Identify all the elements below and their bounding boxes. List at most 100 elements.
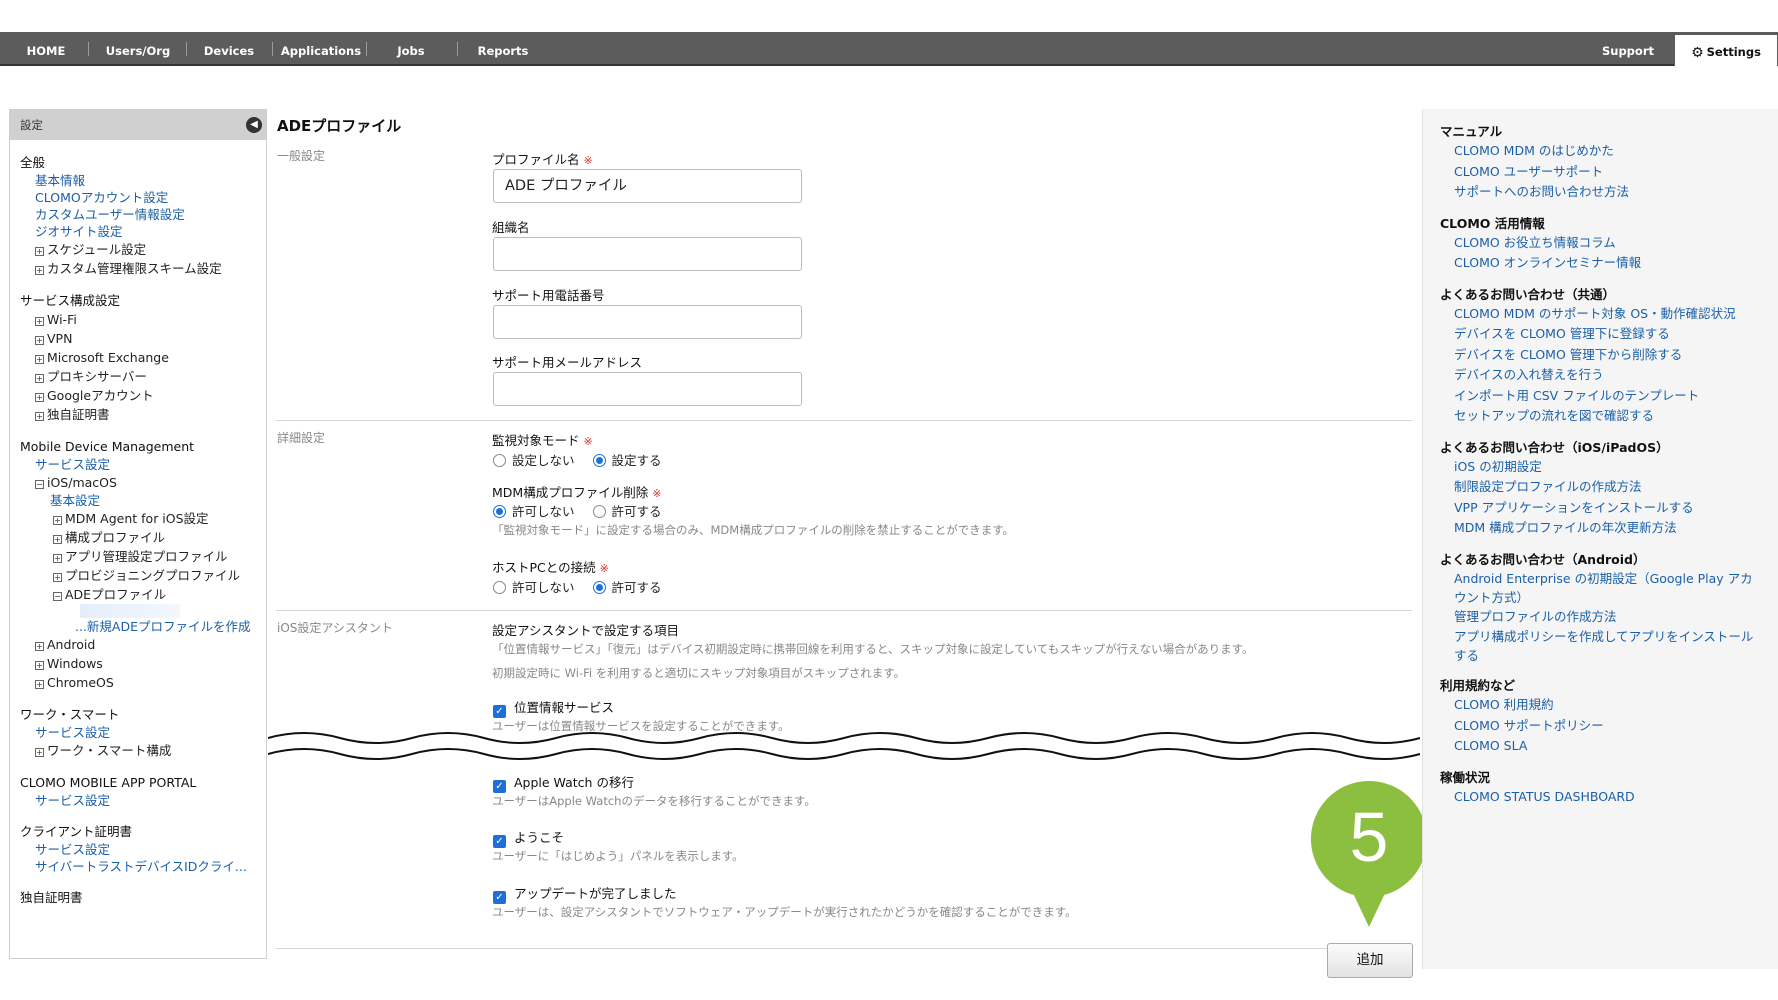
expand-icon[interactable]: + (35, 642, 44, 651)
sidebar-expandable-google-account[interactable]: + Googleアカウント (20, 386, 266, 405)
nav-support[interactable]: Support (1584, 32, 1672, 64)
expand-icon[interactable]: + (53, 516, 62, 525)
sidebar-link-cybertrust[interactable]: サイバートラストデバイスIDクライ... (20, 858, 266, 875)
sidebar-link-new-ade-profile[interactable]: ...新規ADEプロファイルを作成 (20, 618, 266, 635)
sidebar-expandable-chromeos[interactable]: + ChromeOS (20, 673, 266, 692)
nav-applications[interactable]: Applications (280, 32, 362, 64)
sidebar-expandable-config-profile[interactable]: + 構成プロファイル (20, 528, 266, 547)
radio-button-selected[interactable] (592, 454, 606, 467)
collapse-sidebar-icon[interactable]: ◀ (246, 117, 262, 133)
expand-icon[interactable]: + (35, 247, 44, 256)
help-link[interactable]: 制限設定プロファイルの作成方法 (1423, 477, 1778, 498)
org-name-input[interactable] (493, 237, 802, 271)
help-link[interactable]: VPP アプリケーションをインストールする (1423, 498, 1778, 519)
expand-icon[interactable]: + (35, 412, 44, 421)
sidebar-link-basic-info[interactable]: 基本情報 (20, 172, 266, 189)
collapse-icon[interactable]: − (35, 480, 44, 489)
sidebar-expandable-mdm-agent[interactable]: + MDM Agent for iOS設定 (20, 509, 266, 528)
help-link[interactable]: CLOMO SLA (1423, 736, 1778, 757)
help-link[interactable]: CLOMO MDM のサポート対象 OS・動作確認状況 (1423, 304, 1778, 325)
expand-icon[interactable]: + (53, 554, 62, 563)
sidebar-expandable-schedule[interactable]: + スケジュール設定 (20, 240, 266, 259)
checkbox-checked-icon[interactable]: ✓ (493, 835, 506, 848)
help-link[interactable]: CLOMO お役立ち情報コラム (1423, 233, 1778, 254)
sidebar-expandable-windows[interactable]: + Windows (20, 654, 266, 673)
help-link[interactable]: デバイスを CLOMO 管理下から削除する (1423, 345, 1778, 366)
supervised-off-option[interactable]: 設定しない (493, 453, 575, 468)
help-link[interactable]: サポートへのお問い合わせ方法 (1423, 182, 1778, 203)
expand-icon[interactable]: + (35, 355, 44, 364)
radio-button[interactable] (493, 581, 506, 594)
sidebar-expandable-proxy[interactable]: + プロキシサーバー (20, 367, 266, 386)
nav-users-org[interactable]: Users/Org (98, 32, 178, 64)
expand-icon[interactable]: + (35, 748, 44, 757)
expand-icon[interactable]: + (35, 661, 44, 670)
location-service-checkbox-row[interactable]: ✓ 位置情報サービス (493, 697, 614, 718)
sidebar-expandable-work-smart-config[interactable]: + ワーク・スマート構成 (20, 741, 266, 760)
host-allow-option[interactable]: 許可する (592, 580, 662, 595)
supervised-on-option[interactable]: 設定する (592, 453, 662, 468)
radio-button-selected[interactable] (592, 581, 606, 594)
expand-icon[interactable]: + (35, 266, 44, 275)
removal-deny-option[interactable]: 許可しない (493, 504, 575, 519)
sidebar-expandable-custom-permission[interactable]: + カスタム管理権限スキーム設定 (20, 259, 266, 278)
nav-settings[interactable]: ⚙ Settings (1674, 34, 1778, 66)
sidebar-expandable-wifi[interactable]: + Wi-Fi (20, 310, 266, 329)
host-deny-option[interactable]: 許可しない (493, 580, 575, 595)
sidebar-expandable-ios-macos[interactable]: − iOS/macOS (20, 473, 266, 492)
help-link[interactable]: CLOMO サポートポリシー (1423, 716, 1778, 737)
add-button[interactable]: 追加 (1327, 943, 1413, 978)
expand-icon[interactable]: + (53, 535, 62, 544)
help-link[interactable]: 管理プロファイルの作成方法 (1423, 607, 1778, 628)
nav-home[interactable]: HOME (14, 32, 78, 64)
sidebar-expandable-app-config-profile[interactable]: + アプリ管理設定プロファイル (20, 547, 266, 566)
help-link[interactable]: CLOMO ユーザーサポート (1423, 162, 1778, 183)
expand-icon[interactable]: + (35, 317, 44, 326)
checkbox-checked-icon[interactable]: ✓ (493, 780, 506, 793)
help-link[interactable]: セットアップの流れを図で確認する (1423, 406, 1778, 427)
sidebar-link-clomo-account[interactable]: CLOMOアカウント設定 (20, 189, 266, 206)
help-link[interactable]: CLOMO STATUS DASHBOARD (1423, 787, 1778, 808)
collapse-icon[interactable]: − (53, 592, 62, 601)
sidebar-expandable-vpn[interactable]: + VPN (20, 329, 266, 348)
sidebar-link-geosite[interactable]: ジオサイト設定 (20, 223, 266, 240)
sidebar-link-work-smart-service[interactable]: サービス設定 (20, 724, 266, 741)
help-link[interactable]: CLOMO MDM のはじめかた (1423, 141, 1778, 162)
update-completed-checkbox-row[interactable]: ✓ アップデートが完了しました (493, 883, 677, 904)
nav-devices[interactable]: Devices (196, 32, 262, 64)
sidebar-expandable-exchange[interactable]: + Microsoft Exchange (20, 348, 266, 367)
checkbox-checked-icon[interactable]: ✓ (493, 705, 506, 718)
sidebar-expandable-android[interactable]: + Android (20, 635, 266, 654)
expand-icon[interactable]: + (35, 393, 44, 402)
help-link[interactable]: インポート用 CSV ファイルのテンプレート (1423, 386, 1778, 407)
nav-reports[interactable]: Reports (466, 32, 540, 64)
sidebar-link-ios-basic[interactable]: 基本設定 (20, 492, 266, 509)
sidebar-link-mdm-service[interactable]: サービス設定 (20, 456, 266, 473)
help-link[interactable]: アプリ構成ポリシーを作成してアプリをインストールする (1423, 627, 1778, 665)
support-email-input[interactable] (493, 372, 802, 406)
help-link[interactable]: CLOMO オンラインセミナー情報 (1423, 253, 1778, 274)
sidebar-expandable-provisioning-profile[interactable]: + プロビジョニングプロファイル (20, 566, 266, 585)
expand-icon[interactable]: + (35, 336, 44, 345)
help-link[interactable]: MDM 構成プロファイルの年次更新方法 (1423, 518, 1778, 539)
checkbox-checked-icon[interactable]: ✓ (493, 891, 506, 904)
welcome-checkbox-row[interactable]: ✓ ようこそ (493, 827, 564, 848)
help-link[interactable]: Android Enterprise の初期設定（Google Play アカウ… (1423, 569, 1778, 607)
removal-allow-option[interactable]: 許可する (592, 504, 662, 519)
sidebar-expandable-own-cert[interactable]: + 独自証明書 (20, 405, 266, 424)
sidebar-link-client-cert-service[interactable]: サービス設定 (20, 841, 266, 858)
sidebar-link-custom-user-info[interactable]: カスタムユーザー情報設定 (20, 206, 266, 223)
expand-icon[interactable]: + (35, 680, 44, 689)
radio-button[interactable] (493, 454, 506, 467)
help-link[interactable]: デバイスを CLOMO 管理下に登録する (1423, 324, 1778, 345)
profile-name-input[interactable]: ADE プロファイル (493, 169, 802, 203)
help-link[interactable]: デバイスの入れ替えを行う (1423, 365, 1778, 386)
help-link[interactable]: iOS の初期設定 (1423, 457, 1778, 478)
apple-watch-checkbox-row[interactable]: ✓ Apple Watch の移行 (493, 772, 634, 793)
nav-jobs[interactable]: Jobs (376, 32, 446, 64)
radio-button[interactable] (592, 505, 606, 518)
help-link[interactable]: CLOMO 利用規約 (1423, 695, 1778, 716)
sidebar-link-portal-service[interactable]: サービス設定 (20, 792, 266, 809)
support-phone-input[interactable] (493, 305, 802, 339)
expand-icon[interactable]: + (35, 374, 44, 383)
